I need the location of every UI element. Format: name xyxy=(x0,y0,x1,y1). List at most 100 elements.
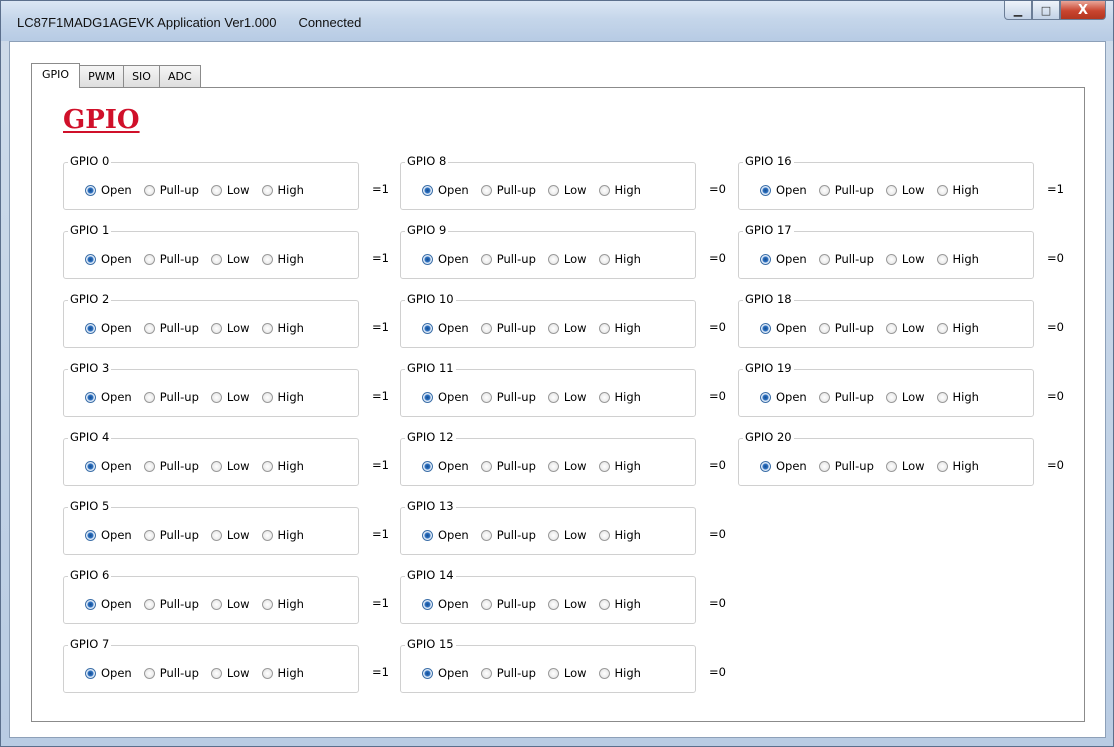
radio-button-icon[interactable] xyxy=(261,322,273,334)
radio-button-icon[interactable] xyxy=(936,184,948,196)
radio-button-icon[interactable] xyxy=(760,391,771,403)
radio-button-icon[interactable] xyxy=(261,253,273,265)
gpio-low-radio[interactable]: Low xyxy=(210,597,250,611)
radio-button-icon[interactable] xyxy=(422,529,433,541)
gpio-high-radio[interactable]: High xyxy=(261,183,304,197)
gpio-high-radio[interactable]: High xyxy=(936,183,979,197)
gpio-pullup-radio[interactable]: Pull-up xyxy=(143,666,199,680)
radio-button-icon[interactable] xyxy=(936,391,948,403)
gpio-pullup-radio[interactable]: Pull-up xyxy=(818,321,874,335)
gpio-pullup-radio[interactable]: Pull-up xyxy=(143,459,199,473)
gpio-low-radio[interactable]: Low xyxy=(547,183,587,197)
gpio-high-radio[interactable]: High xyxy=(261,666,304,680)
gpio-low-radio[interactable]: Low xyxy=(210,459,250,473)
radio-button-icon[interactable] xyxy=(143,529,155,541)
close-button[interactable]: X xyxy=(1060,1,1106,20)
tab-gpio[interactable]: GPIO xyxy=(31,63,81,88)
radio-button-icon[interactable] xyxy=(480,322,492,334)
radio-button-icon[interactable] xyxy=(261,460,273,472)
gpio-open-radio[interactable]: Open xyxy=(760,183,807,197)
maximize-button[interactable]: □ xyxy=(1032,1,1060,20)
gpio-open-radio[interactable]: Open xyxy=(85,321,132,335)
radio-button-icon[interactable] xyxy=(261,391,273,403)
gpio-low-radio[interactable]: Low xyxy=(547,666,587,680)
title-bar[interactable]: LC87F1MADG1AGEVK Application Ver1.000 Con… xyxy=(1,1,1113,41)
gpio-pullup-radio[interactable]: Pull-up xyxy=(480,459,536,473)
minimize-button[interactable]: ▁ xyxy=(1004,1,1032,20)
radio-button-icon[interactable] xyxy=(885,253,897,265)
radio-button-icon[interactable] xyxy=(422,253,433,265)
radio-button-icon[interactable] xyxy=(547,460,559,472)
gpio-pullup-radio[interactable]: Pull-up xyxy=(143,183,199,197)
gpio-low-radio[interactable]: Low xyxy=(210,528,250,542)
radio-button-icon[interactable] xyxy=(210,460,222,472)
gpio-pullup-radio[interactable]: Pull-up xyxy=(818,459,874,473)
gpio-high-radio[interactable]: High xyxy=(598,321,641,335)
radio-button-icon[interactable] xyxy=(85,253,96,265)
gpio-pullup-radio[interactable]: Pull-up xyxy=(818,183,874,197)
gpio-open-radio[interactable]: Open xyxy=(760,252,807,266)
radio-button-icon[interactable] xyxy=(818,184,830,196)
gpio-low-radio[interactable]: Low xyxy=(547,459,587,473)
radio-button-icon[interactable] xyxy=(936,253,948,265)
gpio-low-radio[interactable]: Low xyxy=(547,321,587,335)
gpio-open-radio[interactable]: Open xyxy=(422,390,469,404)
gpio-high-radio[interactable]: High xyxy=(261,597,304,611)
gpio-open-radio[interactable]: Open xyxy=(85,459,132,473)
radio-button-icon[interactable] xyxy=(210,529,222,541)
radio-button-icon[interactable] xyxy=(547,598,559,610)
radio-button-icon[interactable] xyxy=(480,598,492,610)
gpio-low-radio[interactable]: Low xyxy=(885,252,925,266)
radio-button-icon[interactable] xyxy=(143,322,155,334)
radio-button-icon[interactable] xyxy=(85,598,96,610)
radio-button-icon[interactable] xyxy=(547,184,559,196)
gpio-high-radio[interactable]: High xyxy=(261,528,304,542)
radio-button-icon[interactable] xyxy=(936,460,948,472)
gpio-low-radio[interactable]: Low xyxy=(885,459,925,473)
gpio-low-radio[interactable]: Low xyxy=(210,183,250,197)
gpio-pullup-radio[interactable]: Pull-up xyxy=(818,390,874,404)
radio-button-icon[interactable] xyxy=(85,322,96,334)
gpio-high-radio[interactable]: High xyxy=(261,252,304,266)
radio-button-icon[interactable] xyxy=(210,598,222,610)
radio-button-icon[interactable] xyxy=(547,667,559,679)
gpio-open-radio[interactable]: Open xyxy=(422,321,469,335)
radio-button-icon[interactable] xyxy=(547,391,559,403)
gpio-open-radio[interactable]: Open xyxy=(760,321,807,335)
gpio-low-radio[interactable]: Low xyxy=(210,252,250,266)
radio-button-icon[interactable] xyxy=(210,184,222,196)
gpio-open-radio[interactable]: Open xyxy=(422,183,469,197)
gpio-high-radio[interactable]: High xyxy=(261,321,304,335)
radio-button-icon[interactable] xyxy=(143,391,155,403)
radio-button-icon[interactable] xyxy=(480,529,492,541)
gpio-pullup-radio[interactable]: Pull-up xyxy=(143,528,199,542)
gpio-pullup-radio[interactable]: Pull-up xyxy=(480,390,536,404)
radio-button-icon[interactable] xyxy=(422,667,433,679)
gpio-open-radio[interactable]: Open xyxy=(85,666,132,680)
gpio-low-radio[interactable]: Low xyxy=(547,528,587,542)
gpio-low-radio[interactable]: Low xyxy=(547,597,587,611)
radio-button-icon[interactable] xyxy=(598,184,610,196)
gpio-high-radio[interactable]: High xyxy=(598,252,641,266)
gpio-low-radio[interactable]: Low xyxy=(547,252,587,266)
gpio-high-radio[interactable]: High xyxy=(598,183,641,197)
gpio-high-radio[interactable]: High xyxy=(936,321,979,335)
gpio-open-radio[interactable]: Open xyxy=(422,459,469,473)
gpio-high-radio[interactable]: High xyxy=(936,459,979,473)
gpio-open-radio[interactable]: Open xyxy=(422,597,469,611)
radio-button-icon[interactable] xyxy=(261,184,273,196)
gpio-high-radio[interactable]: High xyxy=(261,459,304,473)
gpio-pullup-radio[interactable]: Pull-up xyxy=(480,666,536,680)
gpio-high-radio[interactable]: High xyxy=(598,597,641,611)
gpio-pullup-radio[interactable]: Pull-up xyxy=(143,597,199,611)
gpio-pullup-radio[interactable]: Pull-up xyxy=(480,528,536,542)
radio-button-icon[interactable] xyxy=(261,667,273,679)
radio-button-icon[interactable] xyxy=(936,322,948,334)
gpio-pullup-radio[interactable]: Pull-up xyxy=(480,252,536,266)
gpio-open-radio[interactable]: Open xyxy=(760,459,807,473)
radio-button-icon[interactable] xyxy=(422,391,433,403)
radio-button-icon[interactable] xyxy=(480,460,492,472)
gpio-low-radio[interactable]: Low xyxy=(210,666,250,680)
tab-adc[interactable]: ADC xyxy=(159,65,201,87)
radio-button-icon[interactable] xyxy=(143,460,155,472)
